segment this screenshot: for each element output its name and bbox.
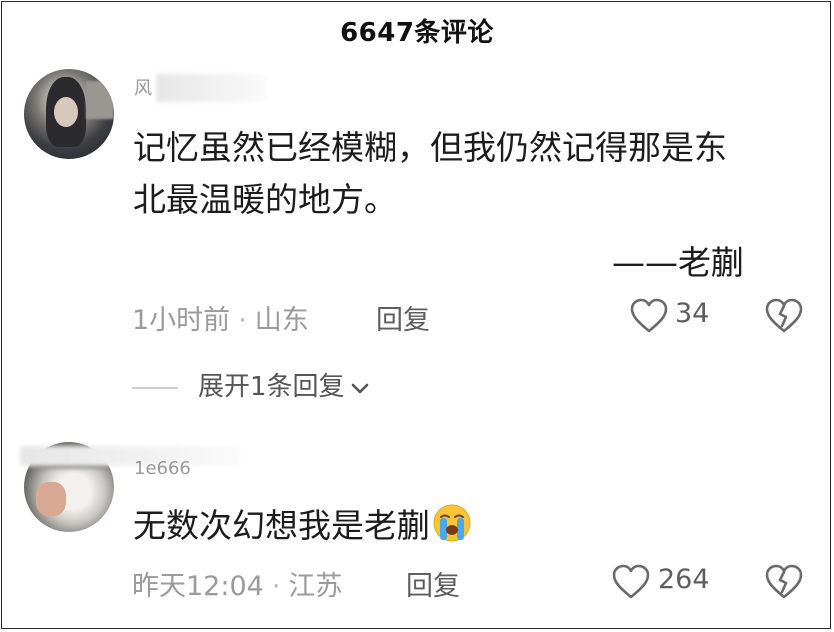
like-count: 264 <box>658 564 710 595</box>
comment-text-line: 记忆虽然已经模糊，但我仍然记得那是东 <box>133 128 727 167</box>
username-blur-mask <box>20 446 240 466</box>
comment-text: 记忆虽然已经模糊，但我仍然记得那是东 北最温暖的地方。 <box>133 122 727 226</box>
broken-heart-icon[interactable] <box>765 298 803 334</box>
username[interactable]: 1e666 <box>134 458 191 479</box>
comment-text-line: 北最温暖的地方。 <box>133 180 397 219</box>
heart-outline-icon[interactable] <box>612 564 650 600</box>
comment-text: 无数次幻想我是老蒯 <box>133 500 472 552</box>
username[interactable]: 风 <box>134 74 152 100</box>
chevron-down-icon <box>351 383 368 393</box>
comment-location: 江苏 <box>288 571 343 602</box>
username-blur-mask <box>156 74 266 102</box>
reply-button[interactable]: 回复 <box>376 298 430 337</box>
broken-heart-icon[interactable] <box>765 564 803 600</box>
crying-face-emoji <box>433 504 471 542</box>
comments-count-title: 6647条评论 <box>340 18 494 48</box>
comment-location: 山东 <box>254 305 309 336</box>
expand-replies-label: 展开1条回复 <box>198 372 345 402</box>
comment-meta: 1小时前 · 山东 <box>132 305 309 336</box>
comment-time: 昨天12:04 <box>132 571 264 602</box>
comment-time: 1小时前 <box>132 305 231 336</box>
reply-button[interactable]: 回复 <box>406 564 460 603</box>
expand-divider <box>132 386 178 389</box>
comment-meta: 昨天12:04 · 江苏 <box>132 571 343 602</box>
comment-text-line: 无数次幻想我是老蒯 <box>133 506 430 545</box>
heart-outline-icon[interactable] <box>630 298 668 334</box>
like-count: 34 <box>675 298 710 329</box>
comment-attribution: ——老蒯 <box>612 243 744 282</box>
avatar[interactable] <box>24 69 114 159</box>
expand-replies-button[interactable]: 展开1条回复 <box>132 366 371 403</box>
